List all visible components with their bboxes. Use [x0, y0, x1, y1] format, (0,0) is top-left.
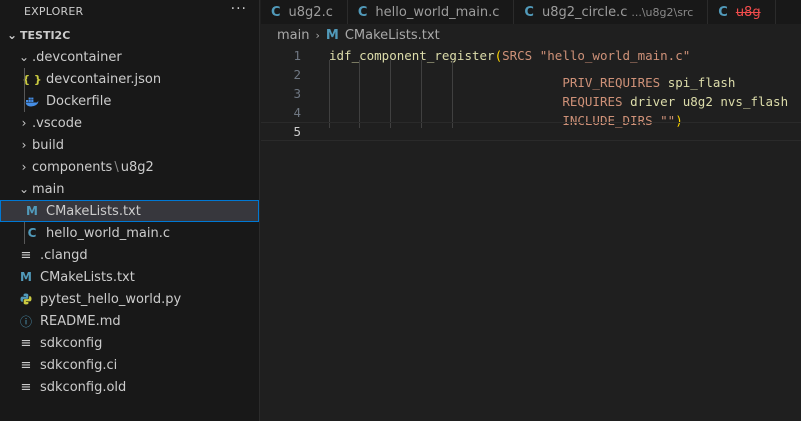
- c-file-icon: C: [524, 4, 534, 20]
- tree-folder-build[interactable]: › build: [0, 134, 259, 156]
- tree-item-label: .clangd: [40, 247, 88, 263]
- file-tree: ⌄ TESTI2C ⌄ .devcontainer { } devcontain…: [0, 24, 259, 398]
- tree-item-label: pytest_hello_world.py: [40, 291, 182, 307]
- path-separator: \: [114, 159, 119, 175]
- tree-file-main-cmakelists[interactable]: M CMakeLists.txt: [0, 200, 259, 222]
- editor-tabs: C u8g2.c C hello_world_main.c C u8g2_cir…: [261, 0, 801, 24]
- chevron-right-icon: ›: [21, 116, 27, 130]
- chevron-right-icon: ›: [315, 28, 320, 42]
- more-actions-icon[interactable]: ···: [231, 1, 247, 17]
- line-number: 2: [293, 67, 301, 82]
- cmake-file-icon: M: [325, 27, 339, 43]
- docker-icon: [24, 96, 40, 107]
- explorer-title: EXPLORER: [24, 4, 84, 18]
- tree-item-label-2: u8g2: [120, 159, 154, 175]
- tree-file-sdkconfig[interactable]: ≡ sdkconfig: [0, 332, 259, 354]
- tree-file-sdkconfig-old[interactable]: ≡ sdkconfig.old: [0, 376, 259, 398]
- tree-file-clangd[interactable]: ≡ .clangd: [0, 244, 259, 266]
- tree-item-label: sdkconfig.ci: [40, 357, 118, 373]
- text-file-icon: ≡: [20, 247, 32, 263]
- tree-item-label: README.md: [40, 313, 121, 329]
- text-file-icon: ≡: [20, 335, 32, 351]
- tab-u8g2-c[interactable]: C u8g2.c: [261, 0, 348, 24]
- tree-item-label: devcontainer.json: [46, 71, 162, 87]
- code-line-5: 5: [261, 122, 801, 141]
- tab-hello-world-main[interactable]: C hello_world_main.c: [347, 0, 515, 24]
- chevron-right-icon: ›: [21, 138, 27, 152]
- c-file-icon: C: [718, 4, 728, 20]
- tree-file-pytest[interactable]: pytest_hello_world.py: [0, 288, 259, 310]
- tree-folder-devcontainer[interactable]: ⌄ .devcontainer: [0, 46, 259, 68]
- tree-item-label: CMakeLists.txt: [40, 269, 135, 285]
- c-file-icon: C: [357, 4, 368, 20]
- code-editor[interactable]: 1 idf_component_register(SRCS "hello_wor…: [261, 46, 801, 421]
- tab-u8g2-circle[interactable]: C u8g2_circle.c ...\u8g2\src: [514, 0, 709, 24]
- line-number: 5: [293, 124, 301, 139]
- tab-label: u8g2_circle.c: [541, 4, 628, 20]
- tree-folder-vscode[interactable]: › .vscode: [0, 112, 259, 134]
- tree-item-label: sdkconfig: [40, 335, 103, 351]
- c-file-icon: C: [27, 226, 37, 240]
- info-icon: ⓘ: [19, 314, 32, 329]
- tab-label: hello_world_main.c: [375, 4, 500, 20]
- chevron-down-icon: ⌄: [18, 50, 30, 64]
- tree-item-label: .vscode: [32, 115, 82, 131]
- indent-guide: [24, 68, 25, 90]
- breadcrumb-file[interactable]: CMakeLists.txt: [345, 28, 440, 43]
- text-file-icon: ≡: [20, 357, 32, 373]
- line-number: 4: [293, 105, 301, 120]
- tree-file-readme[interactable]: ⓘ README.md: [0, 310, 259, 332]
- breadcrumb: main › M CMakeLists.txt: [261, 24, 801, 46]
- tree-file-devcontainer-json[interactable]: { } devcontainer.json: [0, 68, 259, 90]
- tree-item-label: components: [32, 159, 113, 175]
- tree-folder-main[interactable]: ⌄ main: [0, 178, 259, 200]
- tab-label: u8g2.c: [288, 4, 333, 20]
- tree-item-label: CMakeLists.txt: [46, 203, 141, 219]
- code-line-4: 4 INCLUDE_DIRS ""): [261, 97, 801, 128]
- python-file-icon: [18, 293, 34, 305]
- tree-root-testi2c[interactable]: ⌄ TESTI2C: [0, 24, 259, 46]
- tree-item-label: hello_world_main.c: [46, 225, 170, 241]
- indent-guide: [24, 222, 25, 244]
- line-number: 1: [293, 48, 301, 63]
- tree-root-label: TESTI2C: [20, 28, 71, 42]
- tab-u8g-deleted[interactable]: C u8g: [708, 0, 776, 24]
- indent-guide: [24, 90, 25, 112]
- cmake-file-icon: M: [20, 270, 32, 284]
- tree-item-label: sdkconfig.old: [40, 379, 127, 395]
- tree-file-sdkconfig-ci[interactable]: ≡ sdkconfig.ci: [0, 354, 259, 376]
- tab-label: u8g: [735, 4, 761, 20]
- tree-item-label: Dockerfile: [46, 93, 112, 109]
- tree-item-label: build: [32, 137, 64, 153]
- json-file-icon: { }: [22, 72, 42, 86]
- c-file-icon: C: [271, 4, 281, 20]
- chevron-down-icon: ⌄: [6, 28, 18, 42]
- tree-file-hello-world-main[interactable]: C hello_world_main.c: [0, 222, 259, 244]
- line-number: 3: [293, 86, 301, 101]
- explorer-sidebar: EXPLORER ··· ⌄ TESTI2C ⌄ .devcontainer {…: [0, 0, 260, 421]
- tree-file-dockerfile[interactable]: Dockerfile: [0, 90, 259, 112]
- tab-description: ...\u8g2\src: [631, 5, 694, 19]
- tree-file-root-cmakelists[interactable]: M CMakeLists.txt: [0, 266, 259, 288]
- tree-item-label: main: [32, 181, 65, 197]
- explorer-header: EXPLORER ···: [0, 0, 259, 22]
- tree-item-label: .devcontainer: [32, 49, 122, 65]
- cmake-file-icon: M: [26, 204, 38, 218]
- chevron-down-icon: ⌄: [18, 182, 30, 196]
- tree-folder-components-u8g2[interactable]: › components \ u8g2: [0, 156, 259, 178]
- text-file-icon: ≡: [20, 379, 32, 395]
- breadcrumb-folder[interactable]: main: [277, 28, 309, 43]
- chevron-right-icon: ›: [21, 160, 27, 174]
